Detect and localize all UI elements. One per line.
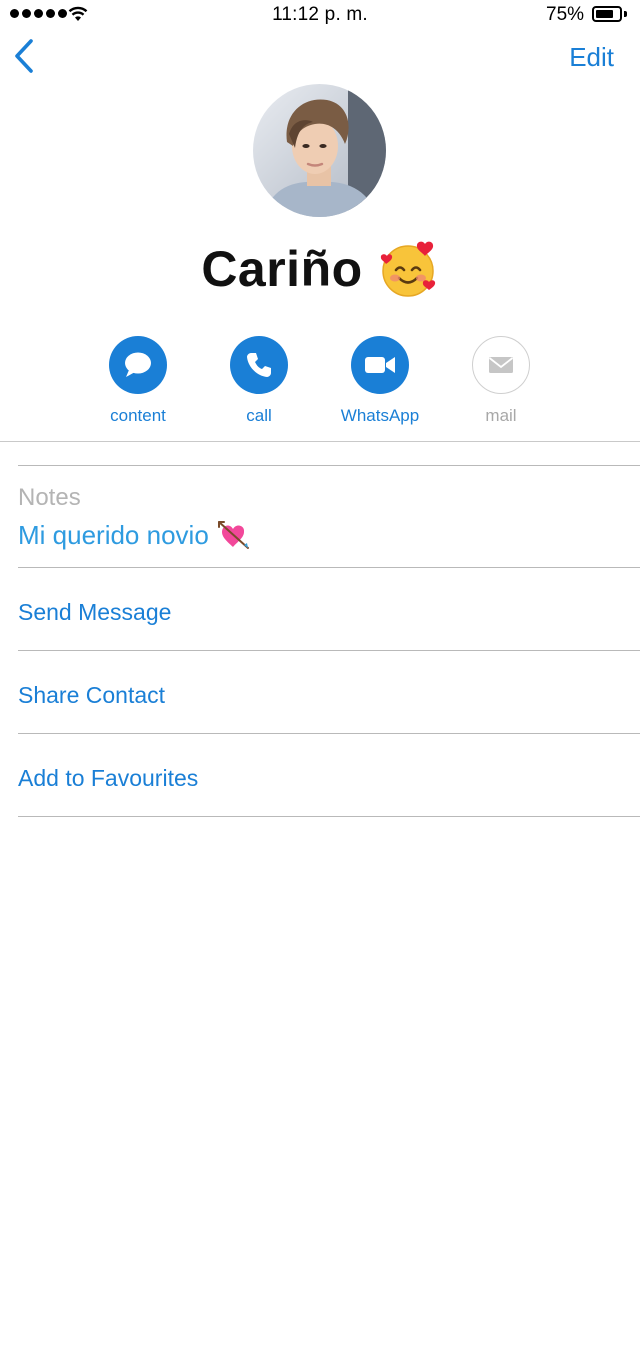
- battery-tip: [624, 11, 627, 17]
- notes-value-row[interactable]: Mi querido novio: [18, 518, 251, 552]
- edit-button[interactable]: Edit: [569, 42, 614, 73]
- row-divider: [18, 567, 640, 568]
- message-bubble-icon: [125, 352, 151, 377]
- action-label-whatsapp: WhatsApp: [340, 406, 420, 425]
- smiling-face-with-hearts-icon: [380, 241, 435, 297]
- row-divider: [18, 465, 640, 466]
- envelope-icon: [488, 357, 514, 373]
- mail-button: [472, 336, 530, 394]
- heart-with-arrow-icon: [217, 521, 249, 549]
- contact-name: Cariño: [201, 241, 363, 297]
- video-button[interactable]: [351, 336, 409, 394]
- action-label-mail: mail: [485, 406, 517, 425]
- message-button[interactable]: [109, 336, 167, 394]
- video-camera-icon: [365, 357, 395, 373]
- avatar: [253, 84, 386, 217]
- action-content[interactable]: content: [83, 336, 193, 426]
- action-label-call: call: [246, 406, 272, 425]
- action-label-content: content: [110, 406, 166, 425]
- call-button[interactable]: [230, 336, 288, 394]
- add-to-favourites-row[interactable]: Add to Favourites: [18, 765, 198, 792]
- notes-label: Notes: [18, 484, 81, 511]
- action-mail: mail: [446, 336, 556, 426]
- action-whatsapp[interactable]: WhatsApp: [325, 336, 435, 426]
- battery-percentage: 75%: [546, 4, 585, 25]
- row-divider: [18, 650, 640, 651]
- contact-name-row: Cariño: [0, 238, 640, 300]
- battery-icon: [592, 6, 622, 22]
- action-call[interactable]: call: [204, 336, 314, 426]
- row-divider: [18, 816, 640, 817]
- share-contact-row[interactable]: Share Contact: [18, 682, 165, 709]
- section-divider: [0, 441, 640, 442]
- phone-icon: [247, 353, 271, 377]
- row-divider: [18, 733, 640, 734]
- back-chevron-icon[interactable]: [12, 38, 36, 74]
- status-time: 11:12 p. m.: [272, 4, 368, 25]
- notes-value[interactable]: Mi querido novio: [18, 520, 209, 551]
- send-message-row[interactable]: Send Message: [18, 599, 171, 626]
